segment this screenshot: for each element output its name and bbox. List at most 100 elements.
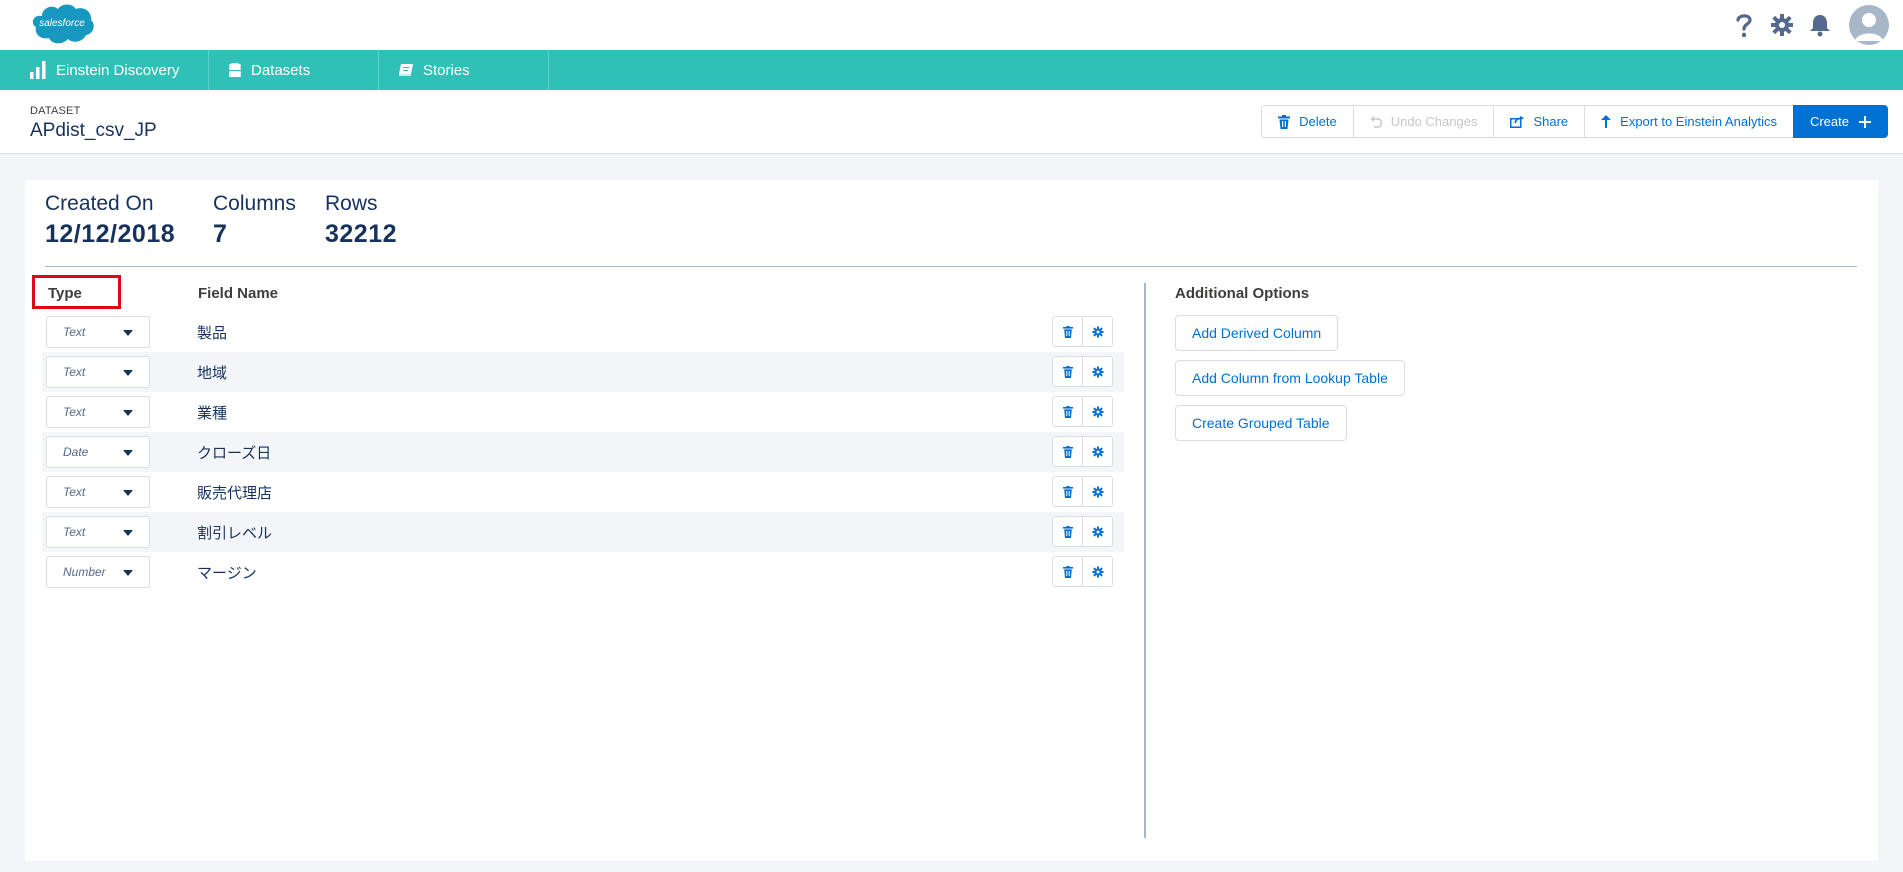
trash-icon xyxy=(1278,114,1291,129)
header-icons xyxy=(1731,5,1889,45)
delete-column-button[interactable] xyxy=(1052,316,1083,347)
page-actions: Delete Undo Changes Share Export to Eins… xyxy=(1261,105,1888,138)
column-settings-button[interactable] xyxy=(1082,556,1113,587)
create-button[interactable]: Create xyxy=(1792,105,1888,138)
column-settings-button[interactable] xyxy=(1082,316,1113,347)
field-name-column-header: Field Name xyxy=(198,285,279,302)
gear-icon xyxy=(1092,526,1103,537)
add-lookup-column-button[interactable]: Add Column from Lookup Table xyxy=(1175,360,1405,396)
gear-icon xyxy=(1092,406,1103,417)
gear-icon xyxy=(1092,366,1103,377)
column-settings-button[interactable] xyxy=(1082,356,1113,387)
tab-label: Datasets xyxy=(251,61,311,79)
type-select[interactable]: Text xyxy=(46,396,150,428)
type-select[interactable]: Text xyxy=(46,356,150,388)
field-name: 地域 xyxy=(197,365,228,382)
panel-divider xyxy=(1144,283,1146,838)
gear-icon xyxy=(1092,566,1103,577)
gear-icon xyxy=(1092,446,1103,457)
bar-chart-icon xyxy=(30,61,46,79)
trash-icon xyxy=(1062,525,1073,538)
top-header: salesforce xyxy=(0,0,1903,50)
field-name: 製品 xyxy=(197,325,228,342)
database-icon xyxy=(229,63,241,77)
columns-stat: Columns 7 xyxy=(213,192,296,248)
delete-button[interactable]: Delete xyxy=(1261,105,1354,138)
table-row: Text 販売代理店 xyxy=(42,472,1124,512)
tab-stories[interactable]: Stories xyxy=(379,50,549,90)
gear-icon xyxy=(1092,486,1103,497)
type-select[interactable]: Text xyxy=(46,516,150,548)
gear-icon xyxy=(1092,326,1103,337)
chevron-down-icon xyxy=(123,330,133,336)
chevron-down-icon xyxy=(123,490,133,496)
type-select[interactable]: Number xyxy=(46,556,150,588)
column-settings-button[interactable] xyxy=(1082,436,1113,467)
delete-column-button[interactable] xyxy=(1052,556,1083,587)
share-icon xyxy=(1510,115,1525,128)
share-button[interactable]: Share xyxy=(1493,105,1586,138)
table-row: Text 製品 xyxy=(42,312,1124,352)
salesforce-logo[interactable]: salesforce xyxy=(28,2,96,48)
chevron-down-icon xyxy=(123,370,133,376)
chevron-down-icon xyxy=(123,570,133,576)
chevron-down-icon xyxy=(123,530,133,536)
table-row: Text 割引レベル xyxy=(42,512,1124,552)
field-name: 業種 xyxy=(197,405,228,422)
setup-gear-icon[interactable] xyxy=(1769,12,1795,38)
chevron-down-icon xyxy=(123,450,133,456)
field-name: マージン xyxy=(197,565,257,582)
notifications-bell-icon[interactable] xyxy=(1807,12,1833,38)
delete-column-button[interactable] xyxy=(1052,436,1083,467)
trash-icon xyxy=(1062,445,1073,458)
delete-column-button[interactable] xyxy=(1052,396,1083,427)
highlight-annotation-box xyxy=(32,275,121,309)
tab-datasets[interactable]: Datasets xyxy=(209,50,379,90)
additional-options-heading: Additional Options xyxy=(1175,285,1310,302)
created-on-stat: Created On 12/12/2018 xyxy=(45,192,176,248)
trash-icon xyxy=(1062,485,1073,498)
user-avatar[interactable] xyxy=(1849,5,1889,45)
column-settings-button[interactable] xyxy=(1082,476,1113,507)
tab-label: Einstein Discovery xyxy=(56,61,180,79)
book-icon xyxy=(399,64,413,76)
chevron-down-icon xyxy=(123,410,133,416)
field-name: クローズ日 xyxy=(197,445,272,462)
create-grouped-table-button[interactable]: Create Grouped Table xyxy=(1175,405,1347,441)
field-name: 販売代理店 xyxy=(197,485,273,502)
export-button[interactable]: Export to Einstein Analytics xyxy=(1584,105,1794,138)
delete-column-button[interactable] xyxy=(1052,356,1083,387)
object-type-label: DATASET xyxy=(30,105,81,117)
undo-changes-button[interactable]: Undo Changes xyxy=(1352,105,1495,138)
tab-label: Stories xyxy=(423,61,470,79)
table-row: Number マージン xyxy=(42,552,1124,592)
table-row: Text 業種 xyxy=(42,392,1124,432)
trash-icon xyxy=(1062,325,1073,338)
add-icon xyxy=(1859,115,1871,128)
trash-icon xyxy=(1062,365,1073,378)
stats-divider xyxy=(45,266,1857,267)
svg-text:salesforce: salesforce xyxy=(39,18,85,29)
add-derived-column-button[interactable]: Add Derived Column xyxy=(1175,315,1339,351)
trash-icon xyxy=(1062,565,1073,578)
delete-column-button[interactable] xyxy=(1052,476,1083,507)
table-row: Text 地域 xyxy=(42,352,1124,392)
undo-icon xyxy=(1370,115,1382,128)
type-select[interactable]: Text xyxy=(46,316,150,348)
upload-arrow-icon xyxy=(1601,115,1612,128)
tab-einstein-discovery[interactable]: Einstein Discovery xyxy=(0,50,209,90)
app-nav-bar: Einstein Discovery Datasets Stories xyxy=(0,50,1903,90)
page-title: APdist_csv_JP xyxy=(30,120,157,141)
delete-column-button[interactable] xyxy=(1052,516,1083,547)
help-icon[interactable] xyxy=(1731,12,1757,38)
type-select[interactable]: Text xyxy=(46,476,150,508)
table-row: Date クローズ日 xyxy=(42,432,1124,472)
dataset-detail-card: Created On 12/12/2018 Columns 7 Rows 322… xyxy=(25,180,1878,861)
trash-icon xyxy=(1062,405,1073,418)
column-settings-button[interactable] xyxy=(1082,516,1113,547)
rows-stat: Rows 32212 xyxy=(325,192,398,248)
column-settings-button[interactable] xyxy=(1082,396,1113,427)
field-name: 割引レベル xyxy=(197,525,273,542)
page-header: DATASET APdist_csv_JP Delete Undo Change… xyxy=(0,90,1903,154)
type-select[interactable]: Date xyxy=(46,436,150,468)
